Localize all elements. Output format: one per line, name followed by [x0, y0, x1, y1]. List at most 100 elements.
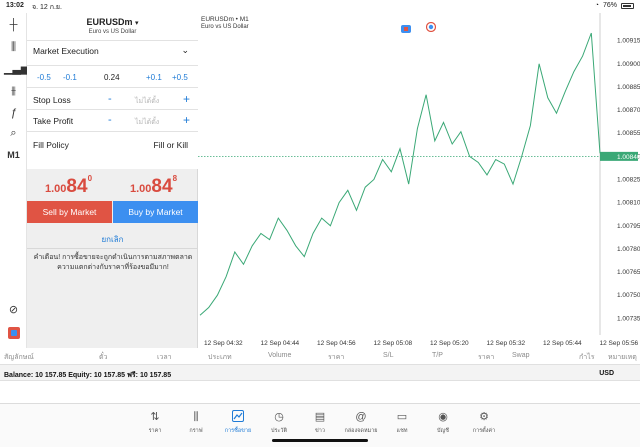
volume-plus-small[interactable]: +0.1 [146, 73, 162, 82]
bid-price-small: 1.00 [45, 183, 67, 195]
fill-policy-label: Fill Policy [33, 140, 69, 150]
tab-label: การซื้อขาย [224, 428, 252, 434]
settings-icon: ⚙ [479, 411, 489, 423]
trade-levels-icon[interactable]: ⊘ [4, 302, 23, 318]
price-series-line [199, 32, 601, 316]
x-tick-label: 12 Sep 05:56 [600, 340, 639, 347]
tab-label: ข่าว [315, 428, 325, 434]
stop-loss-input[interactable]: ไม่ได้ตั้ง [135, 96, 159, 107]
take-profit-minus[interactable]: - [108, 114, 112, 126]
y-tick-label: 1.00900 [617, 61, 640, 68]
ask-price-small: 1.00 [130, 183, 152, 195]
x-tick-label: 12 Sep 04:44 [261, 340, 300, 347]
y-tick-label: 1.00855 [617, 130, 640, 137]
volume-input[interactable]: 0.24 [104, 73, 120, 82]
sell-button[interactable]: Sell by Market [27, 201, 112, 223]
tab-history[interactable]: ◷ ประวัติ [259, 410, 299, 435]
account-icon: ◉ [438, 411, 448, 423]
chevron-down-icon: ▾ [135, 20, 139, 27]
x-tick-label: 12 Sep 04:32 [204, 340, 243, 347]
crosshair-icon[interactable]: ┼ [4, 17, 23, 33]
volume-minus-small[interactable]: -0.1 [63, 73, 77, 82]
x-tick-label: 12 Sep 05:20 [430, 340, 469, 347]
buy-button[interactable]: Buy by Market [113, 201, 198, 223]
order-type-label[interactable]: Market Execution [33, 46, 99, 56]
tab-label: ประวัติ [270, 428, 288, 434]
function-icon[interactable]: ƒ [4, 105, 23, 121]
col-price: ราคา [328, 354, 345, 361]
take-profit-plus[interactable]: + [183, 113, 190, 127]
chat-icon: ▭ [396, 411, 408, 423]
battery-icon [621, 2, 634, 9]
objects-icon[interactable]: ⌕ [4, 125, 23, 141]
tab-quotes[interactable]: ⇅ ราคา [135, 410, 175, 435]
ask-price-big: 84 [151, 176, 173, 197]
price-chart[interactable]: EURUSDm • M1 Euro vs US Dollar 1.00915 1.… [198, 13, 640, 348]
y-tick-label: 1.00735 [617, 315, 640, 322]
volume-minus-big[interactable]: -0.5 [37, 73, 51, 82]
y-tick-label: 1.00915 [617, 38, 640, 45]
current-price-badge: 1.00840 [600, 151, 640, 161]
y-tick-label: 1.00750 [617, 292, 640, 299]
y-tick-label: 1.00885 [617, 84, 640, 91]
candlestick-icon[interactable]: ⫼ [4, 39, 23, 55]
y-tick-label: 1.00795 [617, 223, 640, 230]
col-comment: หมายเหตุ [608, 354, 637, 361]
ask-price-sup: 8 [172, 174, 178, 183]
indicator-settings-icon[interactable]: ⫵ [4, 83, 23, 99]
tab-mailbox[interactable]: @ กล่องจดหมาย [341, 410, 381, 435]
divider [27, 248, 198, 249]
col-current-price: ราคา [478, 354, 495, 361]
bid-price: 1.00840 [45, 174, 93, 198]
status-date: จ. 12 ก.ย. [32, 4, 62, 11]
x-tick-label: 12 Sep 05:32 [487, 340, 526, 347]
stop-loss-plus[interactable]: + [183, 92, 190, 106]
bid-price-sup: 0 [87, 174, 93, 183]
tab-label: แชท [396, 428, 408, 434]
symbol-selector[interactable]: EURUSDm ▾ [27, 17, 198, 27]
tab-label: การตั้งค่า [472, 428, 496, 434]
timeframe-button[interactable]: M1 [4, 147, 23, 163]
x-tick-label: 12 Sep 05:08 [374, 340, 413, 347]
tab-chat[interactable]: ▭ แชท [382, 410, 422, 435]
tab-account[interactable]: ◉ บัญชี [423, 410, 463, 435]
tab-settings[interactable]: ⚙ การตั้งค่า [464, 410, 504, 435]
chart-icon: ⫼ [193, 411, 199, 423]
order-type-chevron-icon[interactable]: ⌄ [181, 45, 189, 56]
col-profit: กำไร [579, 354, 595, 361]
battery-percent: 76% [602, 2, 617, 9]
col-volume: Volume [268, 352, 292, 359]
warning-text: คำเตือน! การซื้อขายจะถูกดำเนินการตามสภาพ… [33, 254, 193, 271]
col-tp: T/P [432, 352, 443, 359]
divider [27, 40, 198, 41]
order-form: EURUSDm ▾ Euro vs US Dollar Market Execu… [27, 13, 198, 169]
col-symbol: สัญลักษณ์ [4, 354, 34, 361]
y-tick-label: 1.00780 [617, 246, 640, 253]
ask-price: 1.00848 [130, 174, 178, 198]
one-click-trade-icon[interactable] [4, 325, 23, 341]
take-profit-input[interactable]: ไม่ได้ตั้ง [135, 117, 159, 128]
fill-policy-value[interactable]: Fill or Kill [154, 140, 188, 150]
tab-label: กราฟ [189, 428, 203, 434]
history-icon: ◷ [274, 411, 284, 423]
bar-chart-icon[interactable]: ▁▃▅ [4, 61, 29, 77]
y-tick-label: 1.00825 [617, 177, 640, 184]
volume-plus-big[interactable]: +0.5 [172, 73, 188, 82]
chart-plot: 1.00915 1.00900 1.00885 1.00870 1.00855 1.008… [198, 13, 640, 347]
mailbox-icon: @ [355, 411, 367, 423]
current-price-badge-text: 1.00840 [617, 154, 640, 161]
divider [27, 109, 198, 110]
tab-news[interactable]: ▤ ข่าว [300, 410, 340, 435]
status-time: 13:02 [6, 2, 24, 9]
cancel-button[interactable]: ยกเลิก [27, 233, 198, 246]
divider [27, 65, 198, 66]
tab-trade[interactable]: การซื้อขาย [218, 410, 258, 435]
trade-panel: EURUSDm ▾ Euro vs US Dollar Market Execu… [27, 13, 198, 348]
x-tick-label: 12 Sep 05:44 [543, 340, 582, 347]
stop-loss-minus[interactable]: - [108, 93, 112, 105]
news-icon: ▤ [314, 411, 326, 423]
bid-price-big: 84 [66, 176, 88, 197]
col-time: เวลา [157, 354, 172, 361]
tab-chart[interactable]: ⫼ กราฟ [176, 410, 216, 435]
divider [27, 87, 198, 88]
